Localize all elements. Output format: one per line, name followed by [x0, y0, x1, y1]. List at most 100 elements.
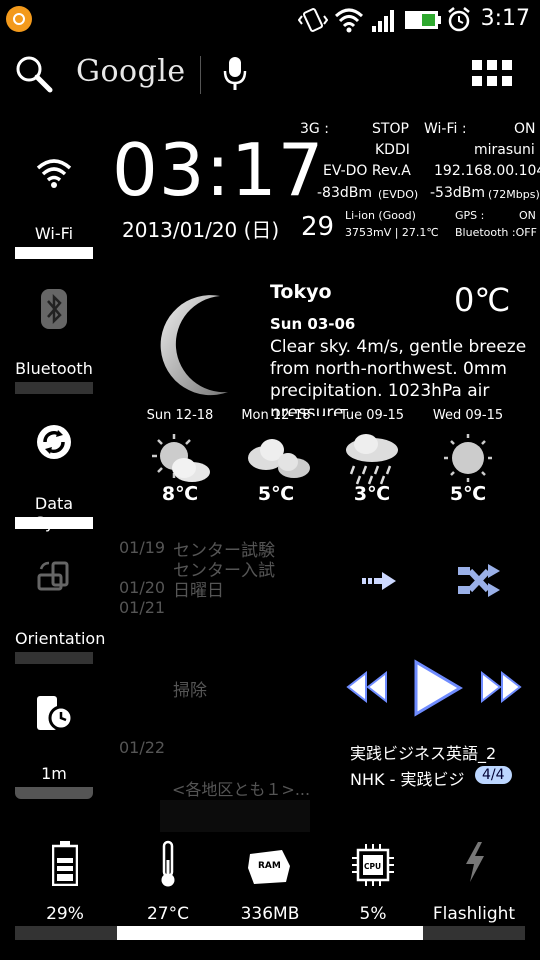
battery-icon — [52, 841, 78, 886]
search-icon[interactable] — [14, 54, 54, 94]
toggle-indicator — [15, 247, 93, 259]
svg-text:RAM: RAM — [258, 861, 281, 871]
stat-value: Flashlight — [432, 904, 516, 924]
rotate-icon — [37, 561, 69, 591]
calendar-event[interactable]: <各地区とも１>... — [172, 776, 310, 800]
microphone-icon[interactable] — [222, 55, 248, 93]
clock-time[interactable]: 03:17 — [112, 128, 325, 212]
toggle-label: 1m — [41, 764, 67, 783]
sync-icon — [37, 425, 71, 459]
search-divider — [200, 56, 201, 94]
flashlight-icon — [466, 842, 484, 882]
sun-cloud-icon — [152, 434, 210, 482]
stat-value: 336MB — [240, 904, 300, 924]
stat-temperature[interactable]: 27°C — [120, 840, 216, 924]
cpu-icon: CPU — [352, 844, 394, 886]
calendar-date: 01/20 — [119, 578, 166, 597]
stat-ram[interactable]: RAM 336MB — [222, 840, 318, 924]
forecast-item: Wed 09-15 5℃ — [420, 408, 516, 505]
bluetooth-icon — [41, 289, 67, 329]
battery-level-number: 29 — [301, 212, 335, 242]
stat-battery[interactable]: 29% — [17, 840, 113, 924]
gps-state: ON — [519, 209, 536, 222]
mobile-tech: EV-DO Rev.A — [323, 163, 411, 179]
wifi-status-icon — [334, 8, 364, 33]
calendar-date: 01/19 — [119, 538, 166, 557]
mobile-signal: -83dBm — [317, 185, 372, 201]
stat-value: 5% — [359, 904, 387, 924]
song-artist: NHK - 実践ビジ — [350, 770, 465, 789]
battery-type: Li-ion (Good) — [345, 209, 416, 222]
wifi-ip: 192.168.00.104 — [434, 163, 540, 179]
mobile-signal-unit: (EVDO) — [378, 188, 419, 201]
bottom-progress-fill — [117, 926, 423, 940]
status-bar: 3:17 — [0, 0, 540, 38]
clock-date: 2013/01/20 (日) — [122, 218, 280, 242]
wifi-state: ON — [514, 121, 536, 137]
stat-flashlight[interactable]: Flashlight — [426, 840, 522, 924]
forecast-time: Wed 09-15 — [432, 408, 504, 423]
toggle-data-sync[interactable]: Data Sync — [15, 420, 93, 532]
wifi-speed: (72Mbps) — [488, 188, 540, 201]
moon-icon — [160, 295, 228, 396]
toggle-label: Orientation — [15, 629, 106, 648]
rain-icon — [346, 434, 398, 485]
stat-value: 29% — [46, 904, 84, 924]
google-search-box[interactable]: Google — [76, 54, 186, 89]
toggle-bluetooth[interactable]: Bluetooth — [15, 285, 93, 397]
toggle-screen-timeout[interactable]: 1m — [15, 690, 93, 802]
weather-description: Clear sky. 4m/s, gentle breeze from nort… — [270, 337, 527, 416]
alarm-icon — [448, 7, 470, 32]
wifi-ssid: mirasuni — [474, 142, 535, 158]
shuffle-icon[interactable] — [458, 564, 502, 598]
calendar-event[interactable]: 日曜日 — [173, 576, 224, 601]
vibrate-icon — [298, 8, 328, 32]
weather-time: Sun 03-06 — [270, 315, 356, 333]
calendar-fade — [160, 800, 310, 832]
toggle-label: Wi-Fi — [34, 224, 74, 243]
svg-text:CPU: CPU — [364, 862, 381, 871]
ram-icon: RAM — [248, 850, 290, 884]
battery-detail: 3753mV | 27.1℃ — [345, 226, 439, 239]
notification-app-icon[interactable] — [6, 6, 32, 32]
wifi-signal: -53dBm — [430, 185, 485, 201]
toggle-label: Bluetooth — [15, 359, 93, 378]
stat-cpu[interactable]: CPU 5% — [325, 840, 421, 924]
mobile-type: 3G : — [300, 121, 329, 137]
thermometer-icon — [161, 840, 175, 887]
calendar-event[interactable]: 掃除 — [173, 676, 207, 701]
forecast-time: Tue 09-15 — [339, 408, 405, 423]
gps-label: GPS : — [455, 209, 485, 222]
weather-city: Tokyo — [270, 281, 332, 303]
wifi-label: Wi-Fi : — [424, 121, 467, 137]
stat-value: 27°C — [146, 904, 189, 924]
wifi-icon — [36, 159, 72, 188]
forecast-item: Tue 09-15 3℃ — [324, 408, 420, 505]
previous-icon[interactable] — [346, 671, 388, 703]
battery-status-icon — [405, 11, 441, 29]
toggle-orientation[interactable]: Orientation — [15, 555, 106, 667]
next-icon[interactable] — [480, 671, 522, 703]
cloud-icon — [248, 439, 310, 478]
calendar-date: 01/22 — [119, 738, 166, 757]
bluetooth-state: Bluetooth :OFF — [455, 226, 537, 239]
status-clock: 3:17 — [480, 6, 530, 31]
forecast-item: Mon 12-18 5℃ — [228, 408, 324, 505]
all-apps-icon[interactable] — [472, 60, 512, 88]
signal-icon — [372, 10, 394, 32]
toggle-indicator — [15, 652, 93, 664]
sun-icon — [444, 434, 492, 482]
toggle-indicator — [15, 382, 93, 394]
screen-timeout-icon — [37, 696, 74, 731]
toggle-indicator — [15, 517, 93, 529]
forecast-time: Mon 12-18 — [241, 408, 311, 423]
toggle-wifi[interactable]: Wi-Fi — [15, 150, 93, 262]
forecast-time: Sun 12-18 — [146, 408, 214, 423]
mobile-state: STOP — [372, 121, 409, 137]
carrier: KDDI — [375, 142, 410, 158]
repeat-icon[interactable] — [362, 570, 400, 592]
track-count-badge: 4/4 — [475, 766, 512, 784]
weather-current-temp: 0℃ — [454, 281, 511, 319]
calendar-date: 01/21 — [119, 598, 166, 617]
play-icon[interactable] — [410, 658, 466, 718]
